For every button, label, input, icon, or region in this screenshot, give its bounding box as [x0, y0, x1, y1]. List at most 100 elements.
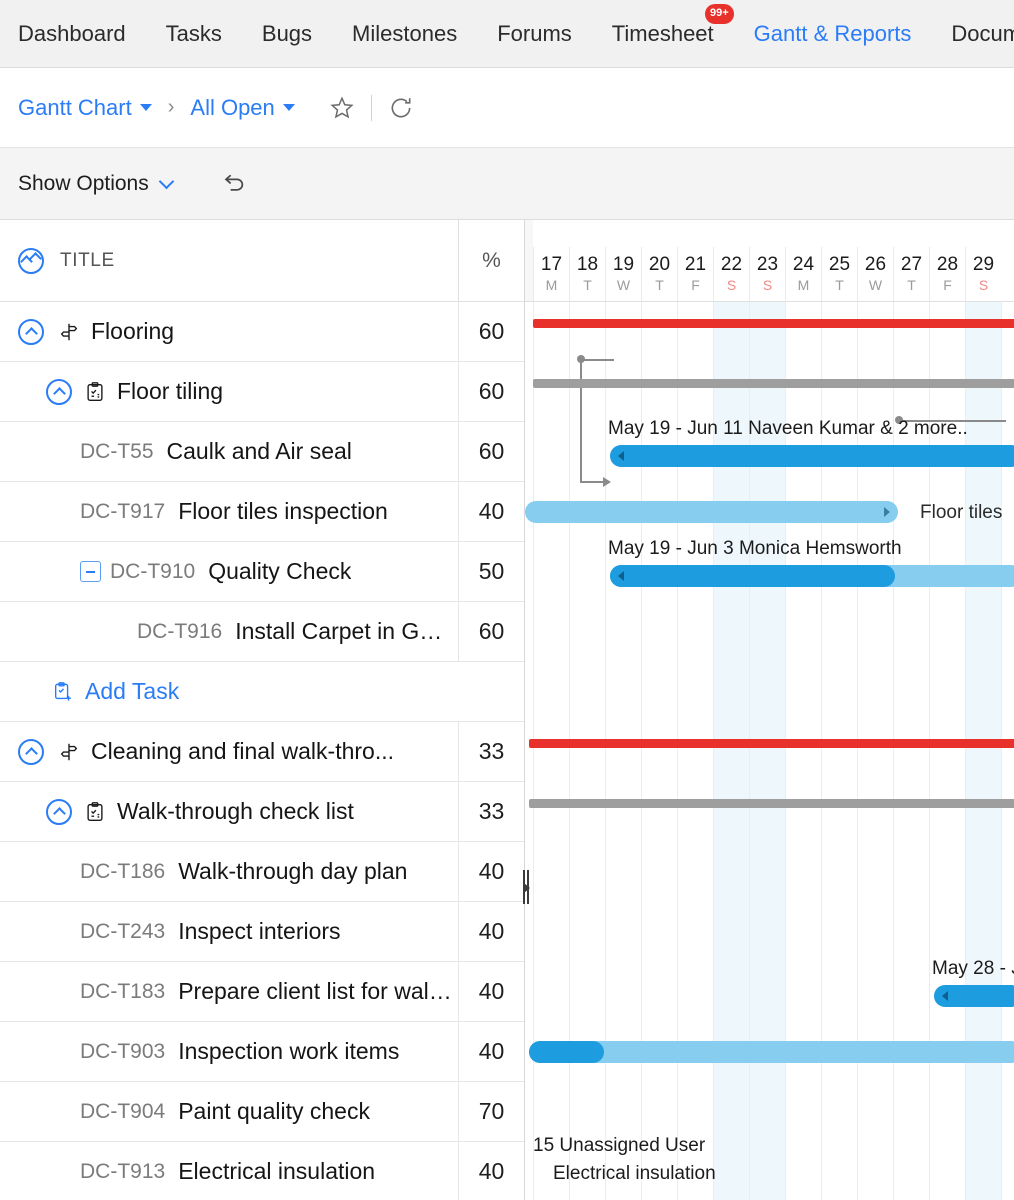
date-column[interactable]: 20 T [641, 247, 677, 301]
gantt-bar-dc-t183[interactable] [934, 985, 1014, 1007]
table-row[interactable]: DC-T903 Inspection work items 40 [0, 1022, 524, 1082]
chevron-up-circle-icon[interactable] [18, 739, 44, 765]
nav-item-timesheet[interactable]: Timesheet 99+ [612, 21, 714, 47]
gantt-bar-dc-t917[interactable] [525, 501, 898, 523]
date-number: 27 [901, 254, 922, 276]
minus-box-icon[interactable] [80, 561, 101, 582]
table-row[interactable]: Flooring 60 [0, 302, 524, 362]
date-column[interactable]: 18 T [569, 247, 605, 301]
date-column[interactable]: 19 W [605, 247, 641, 301]
table-row[interactable]: DC-T183 Prepare client list for walk... … [0, 962, 524, 1022]
row-percent: 33 [458, 782, 524, 841]
row-percent: 60 [458, 362, 524, 421]
row-name: Prepare client list for walk... [178, 978, 452, 1005]
collapse-all-icon[interactable] [18, 248, 44, 274]
splitter-grip[interactable] [523, 870, 529, 904]
gantt-bar-dc-t903-progress[interactable] [529, 1041, 604, 1063]
table-row[interactable]: Floor tiling 60 [0, 362, 524, 422]
refresh-icon [388, 95, 414, 121]
gantt-bar-summary-cleaning[interactable] [529, 739, 1014, 748]
gantt-bar-dc-t910-progress[interactable] [610, 565, 895, 587]
table-row[interactable]: DC-T916 Install Carpet in Gar... 60 [0, 602, 524, 662]
nav-item-bugs[interactable]: Bugs [262, 21, 312, 47]
refresh-button[interactable] [384, 91, 418, 125]
pane-splitter[interactable] [522, 220, 530, 1200]
breadcrumb-all-open[interactable]: All Open [190, 95, 294, 121]
gantt-bar-label: May 28 - Ju [932, 958, 1014, 980]
date-column[interactable]: 25 T [821, 247, 857, 301]
gantt-chart-pane: 17 M 18 T 19 W 20 T 21 F 22 S [525, 220, 1014, 1200]
gantt-date-header: 17 M 18 T 19 W 20 T 21 F 22 S [525, 220, 1014, 302]
date-column[interactable]: 24 M [785, 247, 821, 301]
chevron-up-circle-icon[interactable] [46, 799, 72, 825]
nav-item-dashboard[interactable]: Dashboard [18, 21, 126, 47]
gantt-bar-summary-walkthrough[interactable] [529, 799, 1014, 808]
table-row[interactable]: DC-T904 Paint quality check 70 [0, 1082, 524, 1142]
gantt-bar-summary-flooring[interactable] [533, 319, 1014, 328]
row-percent: 50 [458, 542, 524, 601]
show-options-button[interactable]: Show Options [18, 172, 172, 196]
favorite-button[interactable] [325, 91, 359, 125]
nav-item-milestones[interactable]: Milestones [352, 21, 457, 47]
gantt-bar-summary-floor-tiling[interactable] [533, 379, 1014, 388]
table-row[interactable]: DC-T910 Quality Check 50 [0, 542, 524, 602]
date-column[interactable]: 27 T [893, 247, 929, 301]
row-name: Flooring [91, 318, 174, 345]
row-name: Floor tiling [117, 378, 223, 405]
date-weekday: S [979, 276, 988, 294]
column-header-percent: % [458, 220, 524, 301]
table-row[interactable]: DC-T186 Walk-through day plan 40 [0, 842, 524, 902]
add-task-row[interactable]: Add Task [0, 662, 524, 722]
add-task-label: Add Task [85, 678, 179, 705]
bar-left-arrow-icon [942, 991, 948, 1001]
breadcrumb-gantt-chart[interactable]: Gantt Chart [18, 95, 152, 121]
row-title-cell: DC-T913 Electrical insulation [0, 1142, 458, 1200]
row-percent: 60 [458, 422, 524, 481]
row-task-key: DC-T186 [80, 860, 165, 884]
gantt-row [525, 302, 1014, 362]
nav-label: Timesheet [612, 21, 714, 46]
date-column[interactable]: 26 W [857, 247, 893, 301]
nav-item-tasks[interactable]: Tasks [166, 21, 222, 47]
date-number: 20 [649, 254, 670, 276]
bar-right-arrow-icon [884, 507, 890, 517]
row-task-key: DC-T913 [80, 1160, 165, 1184]
row-percent: 33 [458, 722, 524, 781]
row-name: Walk-through check list [117, 798, 354, 825]
nav-item-gantt-reports[interactable]: Gantt & Reports [754, 21, 912, 47]
add-task-icon [52, 681, 74, 703]
notification-badge: 99+ [705, 4, 734, 24]
date-weekday: W [617, 276, 630, 294]
date-number: 23 [757, 254, 778, 276]
row-title-cell: DC-T916 Install Carpet in Gar... [0, 602, 458, 661]
date-column[interactable]: 23 S [749, 247, 785, 301]
date-column[interactable]: 17 M [533, 247, 569, 301]
date-column[interactable]: 21 F [677, 247, 713, 301]
date-column[interactable]: 28 F [929, 247, 965, 301]
chevron-up-circle-icon[interactable] [18, 319, 44, 345]
row-percent: 40 [458, 482, 524, 541]
table-row[interactable]: DC-T243 Inspect interiors 40 [0, 902, 524, 962]
date-column[interactable]: 22 S [713, 247, 749, 301]
date-number: 19 [613, 254, 634, 276]
date-number: 28 [937, 254, 958, 276]
table-row[interactable]: DC-T917 Floor tiles inspection 40 [0, 482, 524, 542]
gantt-bar-dc-t55[interactable] [610, 445, 1014, 467]
table-row[interactable]: Walk-through check list 33 [0, 782, 524, 842]
date-column[interactable]: 29 S [965, 247, 1001, 301]
nav-item-documents[interactable]: Docume [951, 21, 1014, 47]
task-table-header: TITLE % [0, 220, 524, 302]
table-row[interactable]: Cleaning and final walk-thro... 33 [0, 722, 524, 782]
add-task-button[interactable]: Add Task [0, 678, 179, 705]
table-row[interactable]: DC-T55 Caulk and Air seal 60 [0, 422, 524, 482]
nav-item-forums[interactable]: Forums [497, 21, 572, 47]
undo-icon [219, 170, 247, 198]
chevron-up-circle-icon[interactable] [46, 379, 72, 405]
date-number: 22 [721, 254, 742, 276]
undo-button[interactable] [216, 167, 250, 201]
date-weekday: T [907, 276, 916, 294]
row-title-cell: DC-T186 Walk-through day plan [0, 842, 458, 901]
table-row[interactable]: DC-T913 Electrical insulation 40 [0, 1142, 524, 1200]
date-number: 26 [865, 254, 886, 276]
gantt-tooltip-line2: Electrical insulation [553, 1160, 716, 1188]
